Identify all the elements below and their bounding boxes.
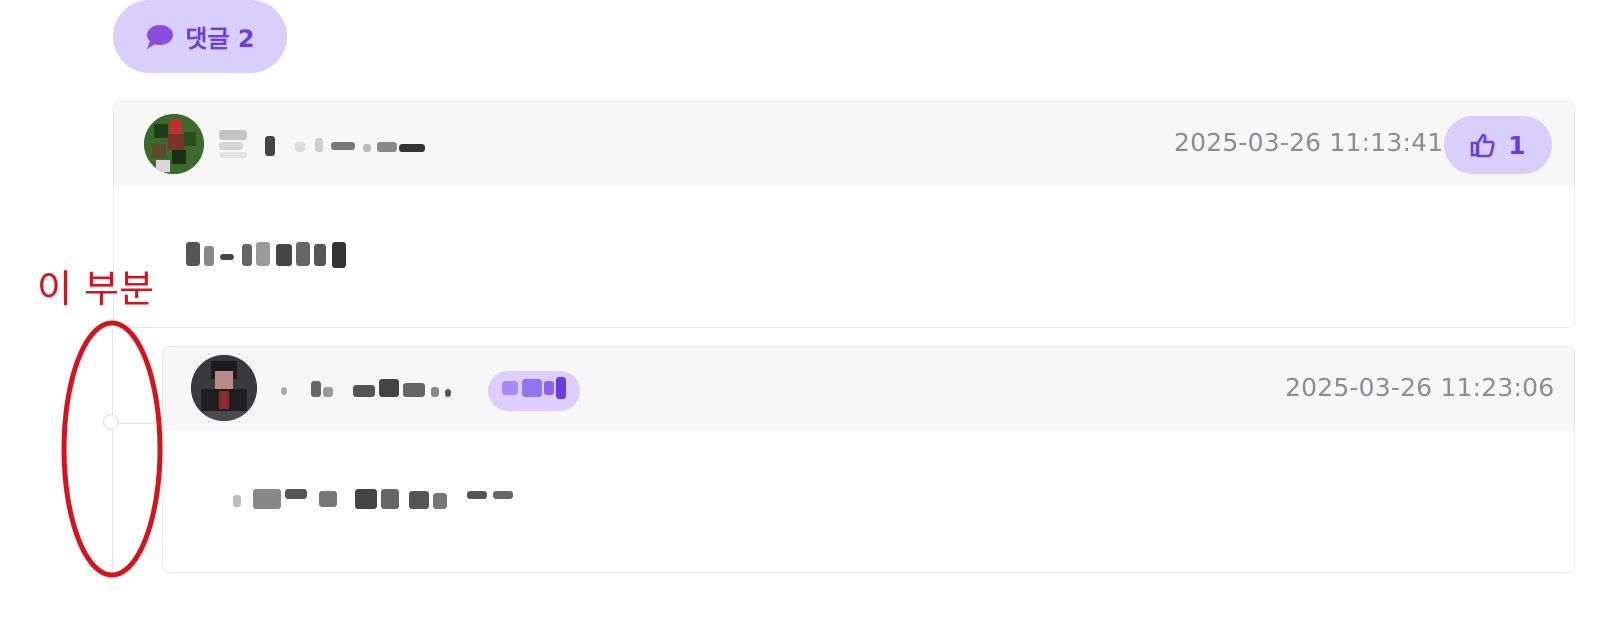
role-badge — [488, 371, 580, 411]
reply-header: 2025-03-26 11:23:06 — [163, 347, 1574, 431]
comment-card: 2025-03-26 11:13:41 1 — [113, 101, 1575, 328]
like-button[interactable]: 1 — [1444, 116, 1552, 174]
comment-header: 2025-03-26 11:13:41 1 — [114, 102, 1574, 186]
author-name[interactable] — [219, 126, 439, 164]
like-count: 1 — [1508, 130, 1526, 160]
author-avatar[interactable] — [144, 114, 204, 174]
thumbs-up-icon — [1470, 133, 1495, 158]
author-avatar[interactable] — [191, 355, 257, 421]
author-name[interactable] — [281, 375, 481, 405]
comment-count-label: 댓글 2 — [185, 25, 255, 53]
reply-timestamp: 2025-03-26 11:23:06 — [1285, 373, 1555, 402]
comment-body — [186, 240, 366, 272]
comment-count-button[interactable]: 댓글 2 — [113, 0, 287, 73]
reply-body — [233, 485, 533, 515]
annotation-circle — [61, 320, 163, 578]
reply-card: 2025-03-26 11:23:06 — [162, 346, 1575, 573]
comment-timestamp: 2025-03-26 11:13:41 — [1174, 128, 1444, 157]
annotation-label: 이 부분 — [37, 267, 154, 311]
chat-bubble-icon — [147, 24, 174, 49]
